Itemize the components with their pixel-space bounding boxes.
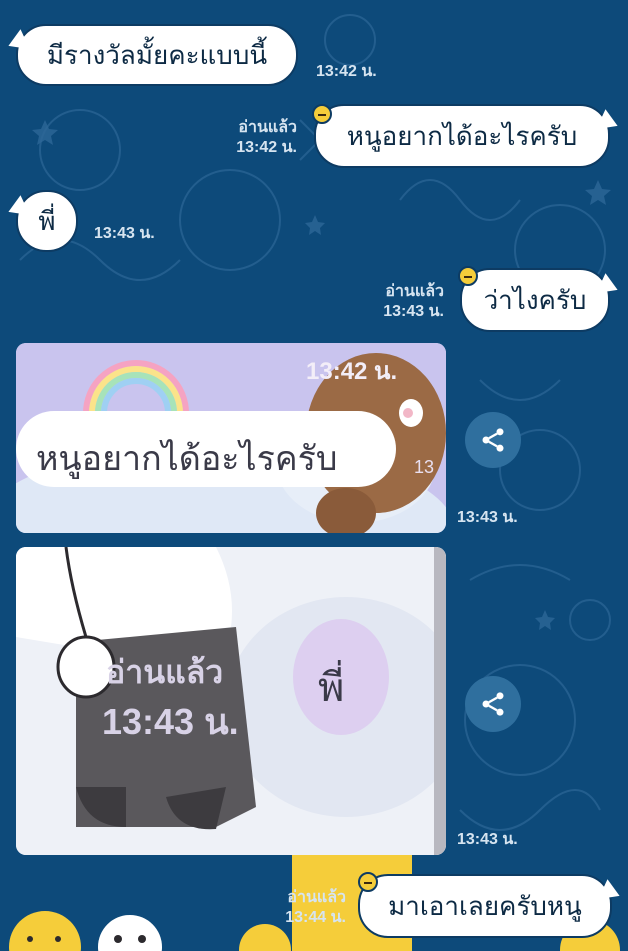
message-time: 13:42 น. [236,139,297,156]
read-receipt: อ่านแล้ว [238,119,297,136]
message-text: มีรางวัลมั้ยคะแบบนี้ [46,40,268,71]
smiley-sticker-icon [358,872,378,892]
image-message[interactable]: อ่านแล้ว 13:43 น. พี่ [16,547,446,855]
message-text: ว่าไงครับ [483,285,587,316]
smiley-sticker-icon [458,266,478,286]
share-button[interactable] [465,676,521,732]
share-button[interactable] [465,412,521,468]
image-overlay-bubble-text: พี่ [318,665,345,711]
read-receipt: อ่านแล้ว [385,283,444,300]
message-bubble[interactable]: มาเอาเลยครับหนู [358,874,612,938]
message-time: 13:44 น. [285,909,346,926]
image-overlay-time: 13:43 น. [102,701,239,742]
image-overlay-read: อ่านแล้ว [106,653,224,691]
image-overlay-time: 13:42 น. [306,358,398,385]
message-time: 13:42 น. [316,63,377,80]
message-bubble[interactable]: พี่ [16,190,78,252]
message-bubble[interactable]: มีรางวัลมั้ยคะแบบนี้ [16,24,298,86]
message-meta: อ่านแล้ว 13:42 น. [205,118,297,158]
message-bubble[interactable]: หนูอยากได้อะไรครับ [314,104,610,168]
message-bubble[interactable]: ว่าไงครับ [460,268,610,332]
message-time: 13:43 น. [94,225,155,242]
message-text: พี่ [38,206,56,237]
smiley-sticker-icon [312,104,332,124]
message-meta: อ่านแล้ว 13:43 น. [350,282,444,322]
share-icon [482,692,504,716]
message-text: มาเอาเลยครับหนู [388,891,582,922]
image-overlay-clip: 13 [414,457,435,477]
message-time: 13:43 น. [383,303,444,320]
message-time: 13:43 น. [457,509,518,526]
read-receipt: อ่านแล้ว [287,889,346,906]
image-message[interactable]: 13:42 น. หนูอยากได้อะไรครับ 13 [16,343,446,533]
share-icon [482,428,504,452]
message-meta: อ่านแล้ว 13:44 น. [252,888,346,928]
message-text: หนูอยากได้อะไรครับ [346,121,578,152]
message-time: 13:43 น. [457,831,518,848]
image-overlay-bubble-text: หนูอยากได้อะไรครับ [36,439,338,479]
